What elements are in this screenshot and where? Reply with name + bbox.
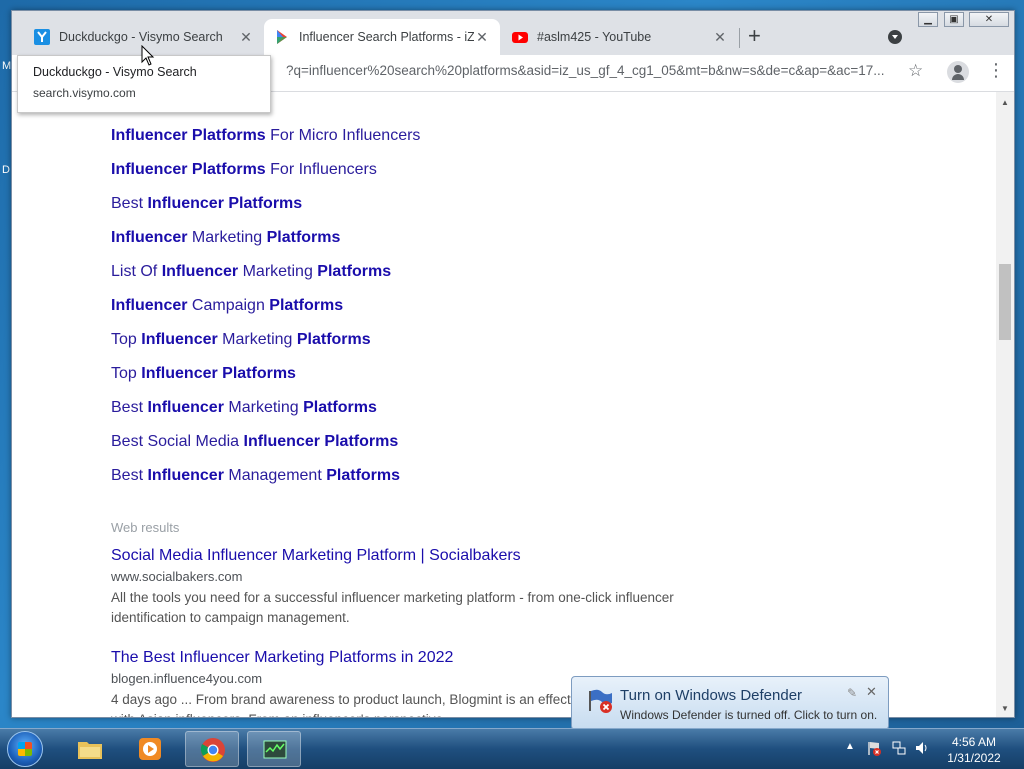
action-center-flag-icon[interactable]: [866, 740, 882, 756]
address-bar[interactable]: ?q=influencer%20search%20platforms&asid=…: [286, 63, 892, 78]
desktop-icon-label[interactable]: D: [2, 164, 10, 176]
tab-title: Duckduckgo - Visymo Search: [59, 30, 223, 44]
show-hidden-icons[interactable]: ▲: [845, 741, 855, 752]
tab-title: Influencer Search Platforms - iZito: [299, 30, 474, 44]
tab-izito[interactable]: Influencer Search Platforms - iZito ✕: [264, 19, 500, 55]
related-search-link[interactable]: Influencer Marketing Platforms: [111, 228, 420, 262]
network-icon[interactable]: [891, 740, 907, 756]
tab-search-icon[interactable]: [888, 30, 902, 44]
close-tab-icon[interactable]: ✕: [712, 29, 728, 46]
tab-strip: Duckduckgo - Visymo Search ✕ Influencer …: [12, 11, 1014, 55]
desktop-icon-label[interactable]: M: [2, 60, 11, 72]
clock-time: 4:56 AM: [951, 735, 997, 749]
related-search-link[interactable]: List Of Influencer Marketing Platforms: [111, 262, 420, 296]
tooltip-domain: search.visymo.com: [33, 86, 136, 100]
related-search-link[interactable]: Influencer Campaign Platforms: [111, 296, 420, 330]
defender-warning-icon: [589, 689, 612, 713]
browser-window: Duckduckgo - Visymo Search ✕ Influencer …: [11, 10, 1015, 718]
visymo-y-icon: [34, 29, 50, 45]
result-title-link[interactable]: Social Media Influencer Marketing Platfo…: [111, 547, 731, 565]
related-search-link[interactable]: Influencer Platforms For Influencers: [111, 160, 420, 194]
taskbar: ▲ 4:56 AM 1/31/2022: [0, 728, 1024, 769]
izito-icon: [277, 30, 287, 44]
scrollbar-thumb[interactable]: [999, 264, 1011, 340]
explorer-icon: [78, 742, 102, 759]
pin-icon[interactable]: ✎: [847, 686, 857, 700]
result-title-link[interactable]: The Best Influencer Marketing Platforms …: [111, 649, 731, 667]
related-searches: Influencer Platforms For Micro Influence…: [111, 126, 420, 500]
menu-dots-icon[interactable]: ⋮: [987, 61, 1005, 79]
chrome-icon: [200, 738, 225, 762]
mouse-cursor-icon: [141, 45, 155, 66]
close-tab-icon[interactable]: ✕: [474, 29, 490, 46]
related-search-link[interactable]: Influencer Platforms For Micro Influence…: [111, 126, 420, 160]
related-search-link[interactable]: Top Influencer Marketing Platforms: [111, 330, 420, 364]
task-manager-icon: [263, 740, 287, 759]
clock-date: 1/31/2022: [947, 751, 1001, 765]
bookmark-star-icon[interactable]: ☆: [908, 61, 923, 81]
tooltip-title: Duckduckgo - Visymo Search: [33, 65, 197, 79]
search-result: Social Media Influencer Marketing Platfo…: [111, 547, 731, 628]
page-content: Influencer Platforms For Micro Influence…: [12, 92, 996, 717]
related-search-link[interactable]: Best Social Media Influencer Platforms: [111, 432, 420, 466]
vertical-scrollbar[interactable]: ▲ ▼: [996, 92, 1014, 717]
related-search-link[interactable]: Best Influencer Platforms: [111, 194, 420, 228]
start-button[interactable]: [7, 731, 43, 767]
result-description: All the tools you need for a successful …: [111, 590, 674, 625]
profile-icon[interactable]: [947, 61, 969, 83]
tab-youtube[interactable]: #aslm425 - YouTube ✕: [502, 19, 738, 55]
tab-separator: [739, 28, 740, 48]
result-url: www.socialbakers.com: [111, 569, 243, 584]
taskbar-task-manager[interactable]: [247, 731, 301, 767]
related-search-link[interactable]: Best Influencer Marketing Platforms: [111, 398, 420, 432]
system-clock[interactable]: 4:56 AM 1/31/2022: [935, 734, 1013, 766]
notification-close-icon[interactable]: ✕: [866, 684, 877, 700]
scroll-up-arrow-icon[interactable]: ▲: [1001, 98, 1009, 107]
new-tab-icon[interactable]: +: [748, 25, 761, 47]
tab-title: #aslm425 - YouTube: [537, 30, 652, 44]
youtube-icon: [512, 32, 528, 43]
minimize-icon[interactable]: ▁: [918, 12, 938, 27]
taskbar-chrome[interactable]: [185, 731, 239, 767]
taskbar-media-player[interactable]: [123, 731, 177, 767]
close-tab-icon[interactable]: ✕: [238, 29, 254, 46]
related-search-link[interactable]: Top Influencer Platforms: [111, 364, 420, 398]
notification-message: Windows Defender is turned off. Click to…: [620, 708, 878, 722]
web-results-header: Web results: [111, 520, 180, 535]
defender-notification[interactable]: Turn on Windows Defender Windows Defende…: [571, 676, 889, 730]
maximize-icon[interactable]: ▣: [944, 12, 964, 27]
scroll-down-arrow-icon[interactable]: ▼: [1001, 704, 1009, 713]
taskbar-explorer[interactable]: [63, 731, 117, 767]
close-icon[interactable]: ✕: [969, 12, 1009, 27]
media-player-icon: [139, 738, 161, 760]
notification-title: Turn on Windows Defender: [620, 687, 803, 704]
volume-icon[interactable]: [914, 740, 930, 756]
related-search-link[interactable]: Best Influencer Management Platforms: [111, 466, 420, 500]
